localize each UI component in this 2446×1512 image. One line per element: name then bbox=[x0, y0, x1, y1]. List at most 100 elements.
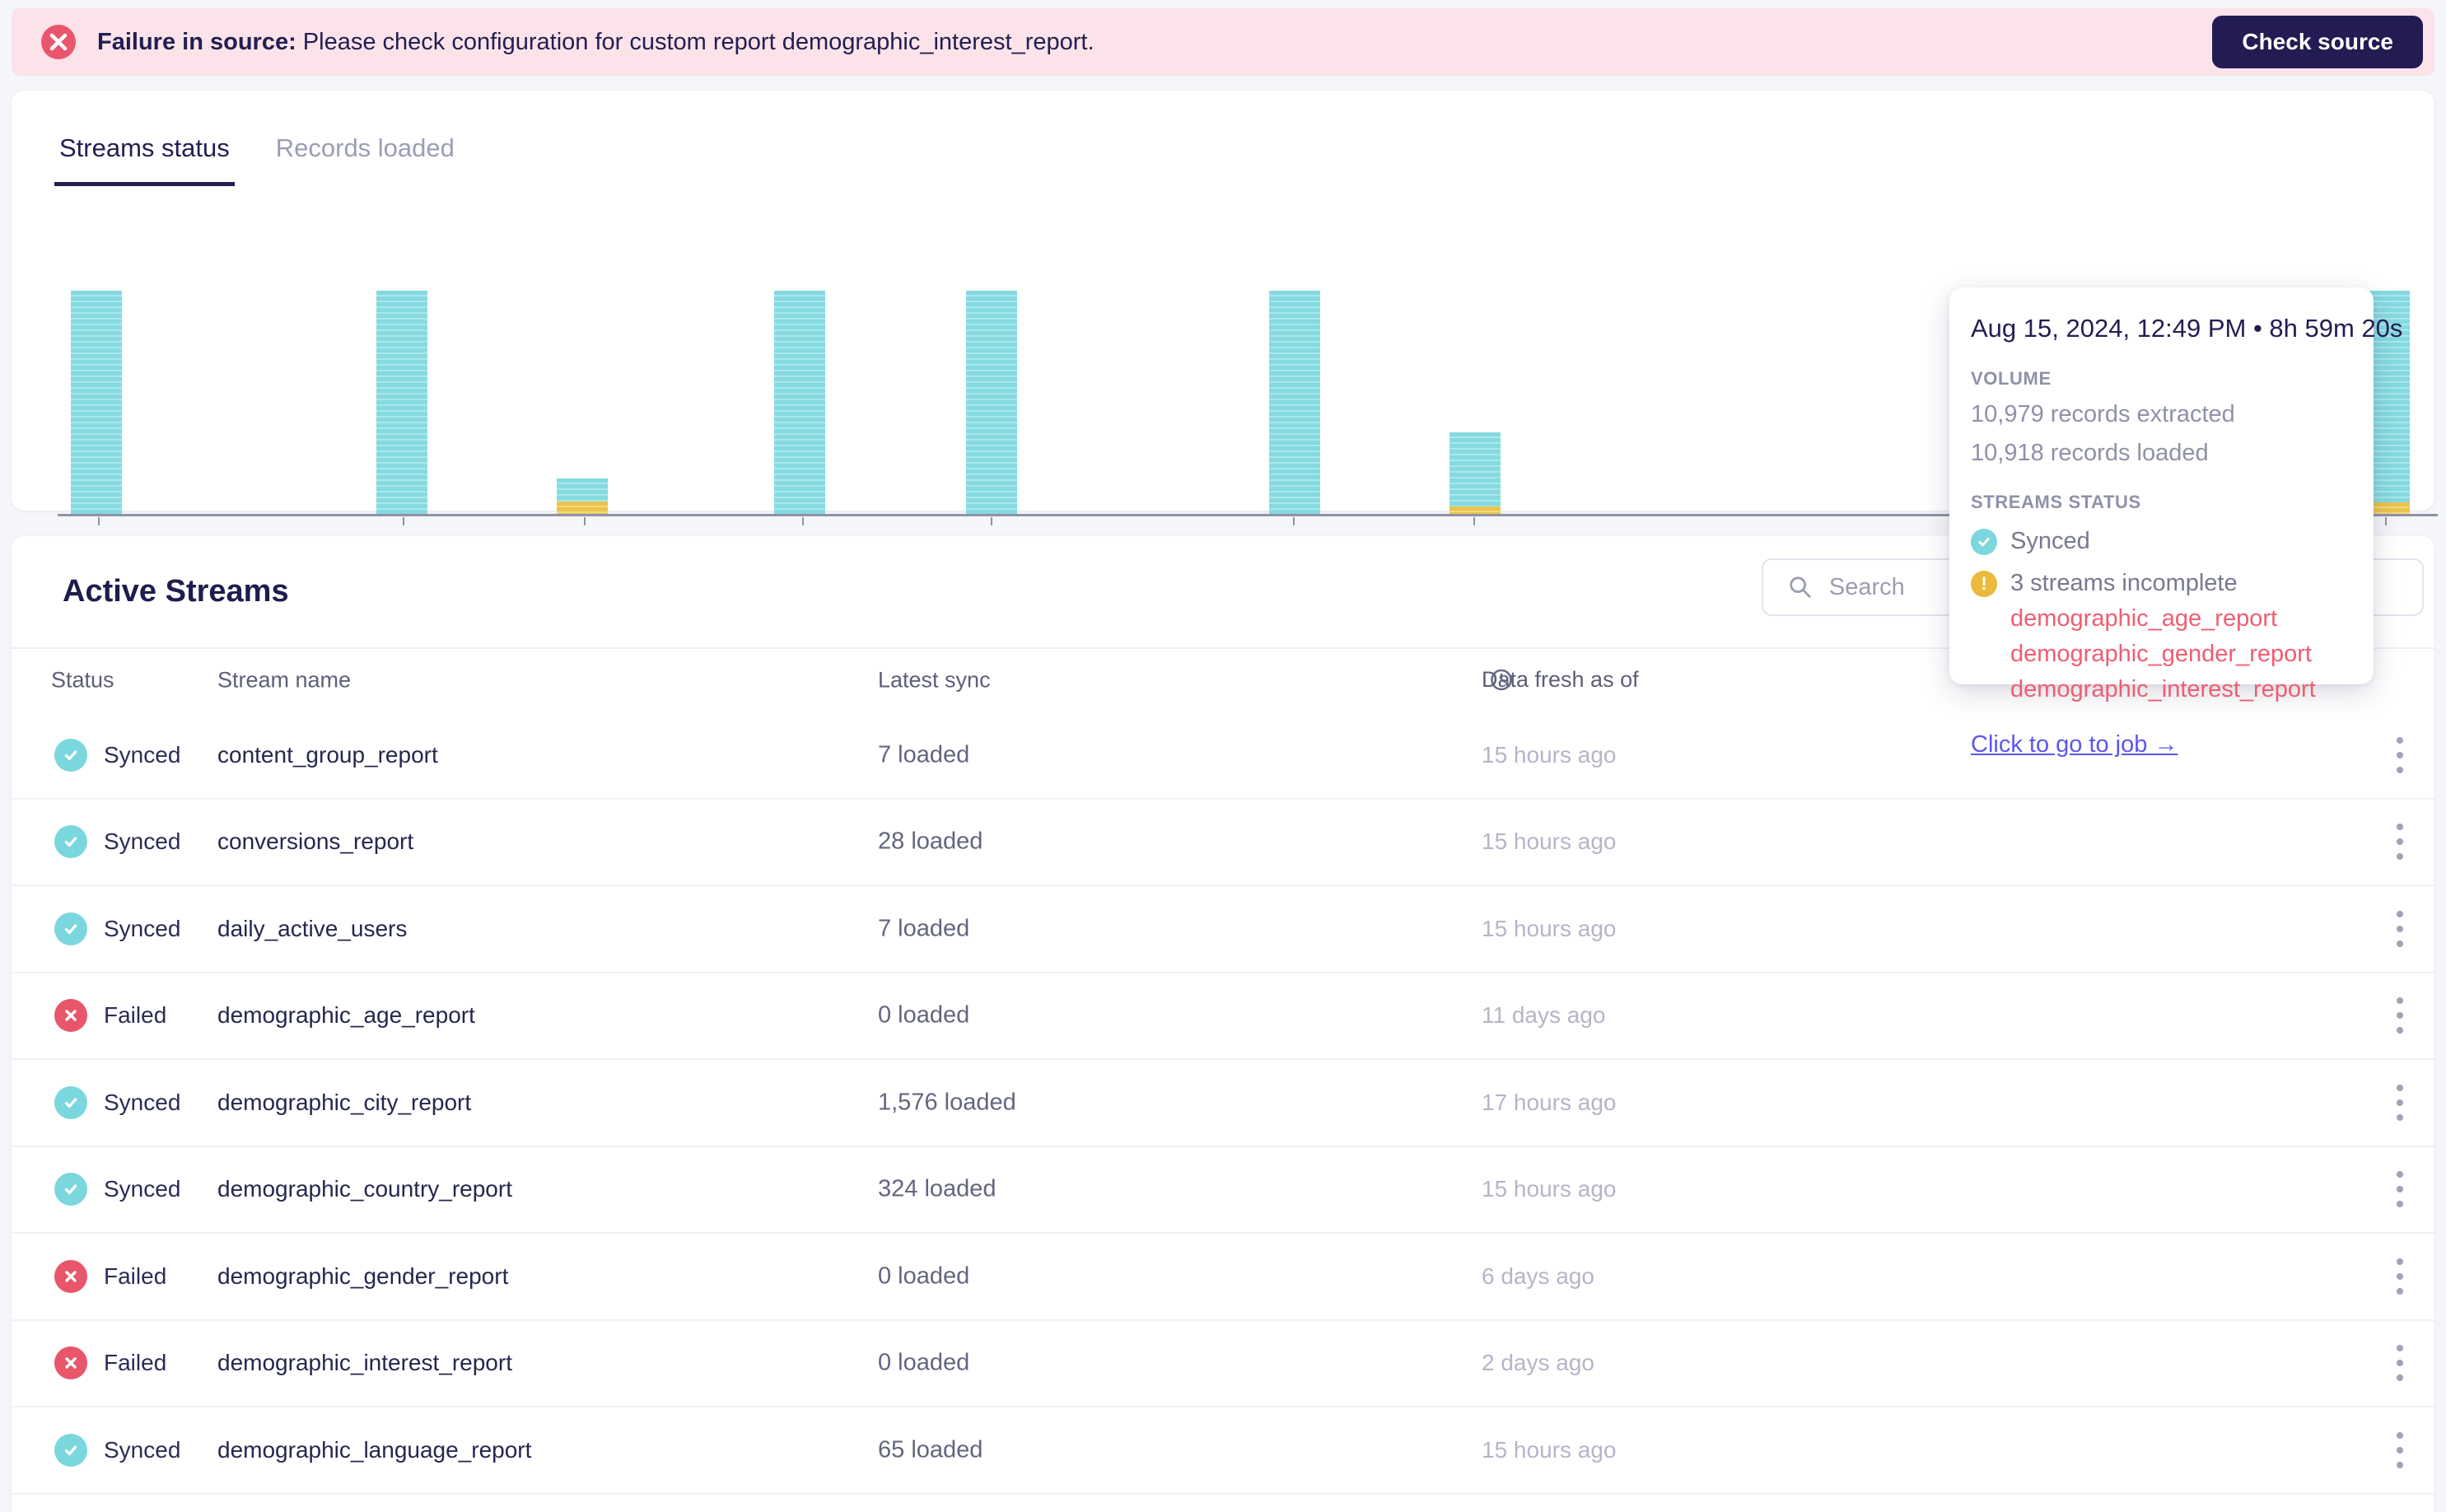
data-fresh-value: 15 hours ago bbox=[1482, 915, 1617, 941]
stream-name: demographic_language_report bbox=[217, 1436, 532, 1463]
tooltip-records-loaded: 10,918 records loaded bbox=[1971, 440, 2209, 466]
latest-sync-value: 28 loaded bbox=[878, 828, 983, 855]
incomplete-stream-link[interactable]: demographic_age_report bbox=[2010, 605, 2349, 632]
latest-sync-value: 7 loaded bbox=[878, 741, 970, 768]
bar-loaded-segment bbox=[1449, 432, 1501, 506]
status-label: Synced bbox=[104, 1089, 181, 1115]
bar-incomplete-segment bbox=[557, 502, 608, 514]
axis-tick bbox=[2385, 517, 2387, 525]
table-row[interactable]: Synced daily_active_users 7 loaded 15 hours… bbox=[12, 886, 2434, 973]
error-banner-message-bold: Failure in source: bbox=[97, 28, 296, 55]
chart-bar-aug-6[interactable] bbox=[1449, 432, 1501, 514]
synced-status-icon bbox=[54, 1085, 87, 1119]
data-fresh-value: 6 days ago bbox=[1482, 1262, 1594, 1289]
table-row[interactable]: Failed demographic_age_report 0 loaded 11 d… bbox=[12, 973, 2434, 1060]
latest-sync-value: 0 loaded bbox=[878, 1262, 970, 1290]
warning-exclamation-icon: ! bbox=[1971, 570, 1997, 597]
row-menu-button[interactable] bbox=[2377, 1074, 2423, 1132]
bar-loaded-segment bbox=[557, 478, 608, 502]
status-label: Synced bbox=[104, 741, 181, 768]
tab-records-loaded[interactable]: Records loaded bbox=[276, 133, 455, 184]
chart-bar-aug-1[interactable] bbox=[966, 291, 1017, 514]
bar-loaded-segment bbox=[376, 291, 427, 514]
latest-sync-value: 1,576 loaded bbox=[878, 1089, 1016, 1116]
data-fresh-value: 15 hours ago bbox=[1482, 1436, 1617, 1463]
tooltip-incomplete-label: 3 streams incomplete bbox=[2010, 570, 2238, 596]
data-fresh-value: 17 hours ago bbox=[1482, 1089, 1617, 1115]
error-circle-x-icon bbox=[41, 25, 76, 59]
col-latest-sync: Latest sync bbox=[878, 667, 991, 692]
sync-tooltip: Aug 15, 2024, 12:49 PM • 8h 59m 20s VOLU… bbox=[1949, 287, 2403, 758]
incomplete-stream-link[interactable]: demographic_interest_report bbox=[2010, 676, 2349, 703]
latest-sync-value: 65 loaded bbox=[878, 1436, 983, 1463]
failed-status-icon bbox=[54, 1346, 87, 1380]
go-to-job-link[interactable]: Click to go to job → bbox=[1971, 731, 2178, 758]
error-banner-message: Failure in source: Please check configur… bbox=[97, 29, 2212, 56]
stream-name: demographic_city_report bbox=[217, 1089, 472, 1115]
tooltip-title: Aug 15, 2024, 12:49 PM • 8h 59m 20s bbox=[1971, 314, 2403, 343]
status-label: Failed bbox=[104, 1002, 167, 1029]
axis-tick bbox=[584, 517, 586, 525]
error-banner-message-rest: Please check configuration for custom re… bbox=[296, 28, 1095, 55]
chart-bar-jul-28[interactable] bbox=[557, 478, 608, 514]
row-menu-button[interactable] bbox=[2377, 1421, 2423, 1479]
search-icon bbox=[1790, 576, 1811, 598]
chart-bar-aug-4[interactable] bbox=[1269, 291, 1320, 514]
col-status: Status bbox=[51, 667, 114, 692]
table-row[interactable]: Synced demographic_country_report 324 load… bbox=[12, 1146, 2434, 1234]
data-fresh-value: 15 hours ago bbox=[1482, 828, 1617, 855]
failed-status-icon bbox=[54, 999, 87, 1033]
axis-tick bbox=[403, 517, 404, 525]
col-stream-name: Stream name bbox=[217, 667, 352, 692]
axis-tick bbox=[1293, 517, 1295, 525]
row-menu-button[interactable] bbox=[2377, 1248, 2423, 1305]
check-source-button[interactable]: Check source bbox=[2212, 16, 2423, 68]
synced-status-icon bbox=[54, 912, 87, 945]
table-row[interactable]: Synced demographic_language_report 65 load… bbox=[12, 1407, 2434, 1495]
table-row[interactable]: Synced conversions_report 28 loaded 15 hour… bbox=[12, 799, 2434, 886]
tab-streams-status[interactable]: Streams status bbox=[54, 133, 235, 186]
row-menu-button[interactable] bbox=[2377, 1334, 2423, 1392]
bar-loaded-segment bbox=[1269, 291, 1320, 514]
latest-sync-value: 0 loaded bbox=[878, 1001, 970, 1029]
table-row[interactable]: Synced demographic_city_report 1,576 loade… bbox=[12, 1060, 2434, 1147]
data-fresh-value: 15 hours ago bbox=[1482, 1176, 1617, 1202]
tooltip-synced-label: Synced bbox=[2010, 528, 2090, 554]
active-streams-title: Active Streams bbox=[63, 574, 289, 609]
synced-check-icon bbox=[1971, 528, 1997, 555]
axis-tick bbox=[991, 517, 992, 525]
latest-sync-value: 0 loaded bbox=[878, 1349, 970, 1376]
col-data-fresh: Data fresh as of bbox=[1482, 667, 1639, 693]
stream-name: conversions_report bbox=[217, 828, 414, 855]
stream-name: demographic_age_report bbox=[217, 1002, 475, 1029]
row-menu-button[interactable] bbox=[2377, 813, 2423, 870]
table-row[interactable]: Failed demographic_gender_report 0 loaded 6… bbox=[12, 1234, 2434, 1321]
bar-loaded-segment bbox=[774, 291, 825, 514]
row-menu-button[interactable] bbox=[2377, 900, 2423, 958]
table-row[interactable]: Failed demographic_interest_report 0 loade… bbox=[12, 1320, 2434, 1407]
tooltip-streams-status-label: STREAMS STATUS bbox=[1971, 492, 2141, 512]
row-menu-button[interactable] bbox=[2377, 726, 2423, 784]
row-menu-button[interactable] bbox=[2377, 1160, 2423, 1218]
data-fresh-value: 15 hours ago bbox=[1482, 741, 1617, 768]
row-menu-button[interactable] bbox=[2377, 987, 2423, 1044]
status-label: Synced bbox=[104, 1176, 181, 1202]
synced-status-icon bbox=[54, 1433, 87, 1467]
stream-name: demographic_interest_report bbox=[217, 1350, 512, 1376]
axis-tick bbox=[802, 517, 804, 525]
error-banner: Failure in source: Please check configur… bbox=[12, 8, 2434, 76]
chart-bar-jul-30[interactable] bbox=[774, 291, 825, 514]
latest-sync-value: 324 loaded bbox=[878, 1175, 997, 1202]
status-label: Synced bbox=[104, 915, 181, 941]
bar-loaded-segment bbox=[966, 291, 1017, 514]
incomplete-stream-link[interactable]: demographic_gender_report bbox=[2010, 641, 2349, 668]
stream-name: content_group_report bbox=[217, 741, 438, 768]
synced-status-icon bbox=[54, 825, 87, 859]
status-label: Failed bbox=[104, 1262, 167, 1289]
synced-status-icon bbox=[54, 1173, 87, 1206]
axis-tick bbox=[98, 517, 100, 525]
latest-sync-value: 7 loaded bbox=[878, 915, 970, 942]
stream-name: demographic_gender_report bbox=[217, 1262, 509, 1289]
chart-bar-jul-26[interactable] bbox=[376, 291, 427, 514]
chart-bar-jul-23[interactable] bbox=[71, 291, 122, 514]
